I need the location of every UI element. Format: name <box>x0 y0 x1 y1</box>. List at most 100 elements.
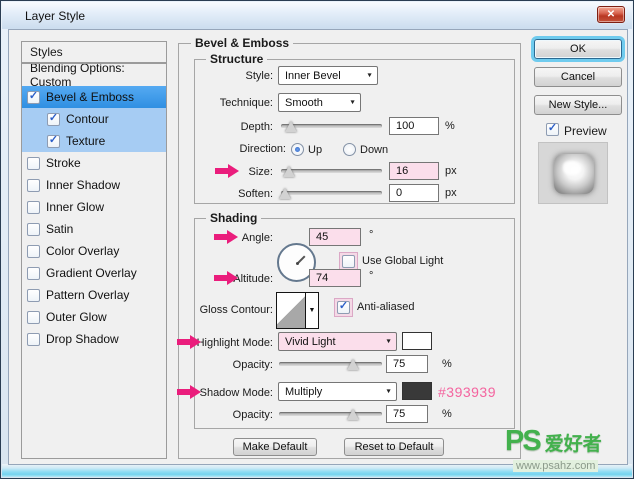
soften-unit: px <box>445 187 457 199</box>
checkbox-bevel-emboss[interactable]: ✓ <box>27 90 40 104</box>
ok-button[interactable]: OK <box>534 39 622 59</box>
shadow-opacity-track[interactable] <box>279 412 382 416</box>
make-default-button[interactable]: Make Default <box>233 438 317 456</box>
checkbox-pattern-overlay[interactable] <box>27 288 40 302</box>
angle-pointer-arrow-icon <box>214 230 238 244</box>
size-slider[interactable] <box>281 164 382 178</box>
anti-aliased-checkbox[interactable]: ✓ <box>337 301 350 314</box>
size-slider-thumb[interactable] <box>283 166 296 177</box>
shadow-opacity-input[interactable]: 75 <box>386 405 428 423</box>
depth-input[interactable]: 100 <box>389 117 439 135</box>
direction-up-label[interactable]: Up <box>308 144 322 156</box>
preview-checkbox[interactable]: ✓ <box>546 123 559 136</box>
sidebar-item-inner-glow[interactable]: Inner Glow <box>22 196 166 218</box>
shadow-mode-pointer-arrow-icon <box>177 385 201 399</box>
highlight-color-swatch[interactable] <box>402 332 432 350</box>
soften-slider-thumb[interactable] <box>279 188 292 199</box>
checkbox-satin[interactable] <box>27 222 40 236</box>
direction-down-radio[interactable] <box>343 143 356 156</box>
depth-slider[interactable] <box>281 119 382 133</box>
depth-slider-thumb[interactable] <box>285 121 298 132</box>
preview-label[interactable]: Preview <box>564 124 607 138</box>
shadow-opacity-slider[interactable] <box>279 407 382 421</box>
gloss-contour-picker[interactable]: ▼ <box>276 292 319 329</box>
size-unit: px <box>445 165 457 177</box>
checkbox-stroke[interactable] <box>27 156 40 170</box>
use-global-light-checkbox[interactable] <box>342 255 355 268</box>
size-input[interactable]: 16 <box>389 162 439 180</box>
sidebar-item-stroke[interactable]: Stroke <box>22 152 166 174</box>
soften-slider[interactable] <box>279 186 382 200</box>
watermark-url: www.psahz.com <box>513 460 599 472</box>
reset-to-default-button[interactable]: Reset to Default <box>344 438 444 456</box>
shadow-mode-dropdown[interactable]: Multiply ▼ <box>278 382 397 401</box>
soften-input[interactable]: 0 <box>389 184 439 202</box>
sidebar-item-color-overlay[interactable]: Color Overlay <box>22 240 166 262</box>
checkbox-inner-shadow[interactable] <box>27 178 40 192</box>
direction-down-label[interactable]: Down <box>360 144 388 156</box>
shadow-opacity-thumb[interactable] <box>347 409 360 420</box>
direction-label: Direction: <box>239 143 286 155</box>
sidebar-item-texture[interactable]: ✓ Texture <box>22 130 166 152</box>
highlight-opacity-input[interactable]: 75 <box>386 355 428 373</box>
highlight-mode-pointer-arrow-icon <box>177 335 201 349</box>
direction-up-radio[interactable] <box>291 143 304 156</box>
size-slider-track[interactable] <box>281 169 382 173</box>
highlight-opacity-thumb[interactable] <box>347 359 360 370</box>
chevron-down-icon: ▼ <box>385 388 392 395</box>
new-style-button[interactable]: New Style... <box>534 95 622 115</box>
sidebar-item-bevel-emboss[interactable]: ✓ Bevel & Emboss <box>22 86 166 108</box>
style-dropdown[interactable]: Inner Bevel ▼ <box>278 66 378 85</box>
anti-aliased-highlight: ✓ <box>334 298 353 317</box>
sidebar-item-pattern-overlay[interactable]: Pattern Overlay <box>22 284 166 306</box>
technique-dropdown[interactable]: Smooth ▼ <box>278 93 361 112</box>
checkbox-color-overlay[interactable] <box>27 244 40 258</box>
use-global-light-label[interactable]: Use Global Light <box>362 255 443 267</box>
close-icon[interactable]: ✕ <box>597 6 625 23</box>
checkbox-texture[interactable]: ✓ <box>47 134 60 148</box>
highlight-opacity-slider[interactable] <box>279 357 382 371</box>
watermark: PS 爱好者 www.psahz.com <box>505 425 631 474</box>
shadow-color-hex-annotation: #393939 <box>438 384 497 400</box>
watermark-logo: PS <box>505 425 542 457</box>
sidebar-item-blending-options[interactable]: Blending Options: Custom <box>22 64 166 89</box>
angle-input[interactable]: 45 <box>309 228 361 246</box>
bevel-emboss-group-title: Bevel & Emboss <box>191 36 294 50</box>
altitude-input[interactable]: 74 <box>309 269 361 287</box>
gloss-contour-label: Gloss Contour: <box>199 304 273 316</box>
highlight-opacity-unit: % <box>442 358 452 370</box>
checkbox-gradient-overlay[interactable] <box>27 266 40 280</box>
watermark-logo-cn: 爱好者 <box>544 434 602 455</box>
gloss-contour-thumbnail[interactable] <box>277 293 305 328</box>
size-pointer-arrow-icon <box>215 164 239 178</box>
sidebar-item-contour[interactable]: ✓ Contour <box>22 108 166 130</box>
highlight-opacity-track[interactable] <box>279 362 382 366</box>
highlight-mode-dropdown[interactable]: Vivid Light ▼ <box>278 332 397 351</box>
sidebar-item-satin[interactable]: Satin <box>22 218 166 240</box>
chevron-down-icon[interactable]: ▼ <box>305 293 318 328</box>
checkbox-drop-shadow[interactable] <box>27 332 40 346</box>
soften-label: Soften: <box>238 188 273 200</box>
sidebar-item-inner-shadow[interactable]: Inner Shadow <box>22 174 166 196</box>
technique-label: Technique: <box>219 97 273 109</box>
sidebar-item-gradient-overlay[interactable]: Gradient Overlay <box>22 262 166 284</box>
checkbox-outer-glow[interactable] <box>27 310 40 324</box>
soften-slider-track[interactable] <box>281 191 382 195</box>
style-preview-blob <box>554 154 594 194</box>
anti-aliased-label[interactable]: Anti-aliased <box>357 301 414 313</box>
checkbox-contour[interactable]: ✓ <box>47 112 60 126</box>
chevron-down-icon: ▼ <box>366 72 373 79</box>
angle-dial-center <box>296 262 299 265</box>
structure-group-title: Structure <box>206 52 268 66</box>
sidebar-item-outer-glow[interactable]: Outer Glow <box>22 306 166 328</box>
sidebar-item-drop-shadow[interactable]: Drop Shadow <box>22 328 166 350</box>
altitude-unit: ° <box>369 270 374 282</box>
titlebar: Layer Style <box>2 2 632 29</box>
styles-list: Blending Options: Custom ✓ Bevel & Embos… <box>21 63 167 459</box>
shadow-opacity-unit: % <box>442 408 452 420</box>
style-preview-thumbnail <box>538 142 608 204</box>
shadow-color-swatch[interactable] <box>402 382 432 400</box>
checkbox-inner-glow[interactable] <box>27 200 40 214</box>
cancel-button[interactable]: Cancel <box>534 67 622 87</box>
depth-unit: % <box>445 120 455 132</box>
